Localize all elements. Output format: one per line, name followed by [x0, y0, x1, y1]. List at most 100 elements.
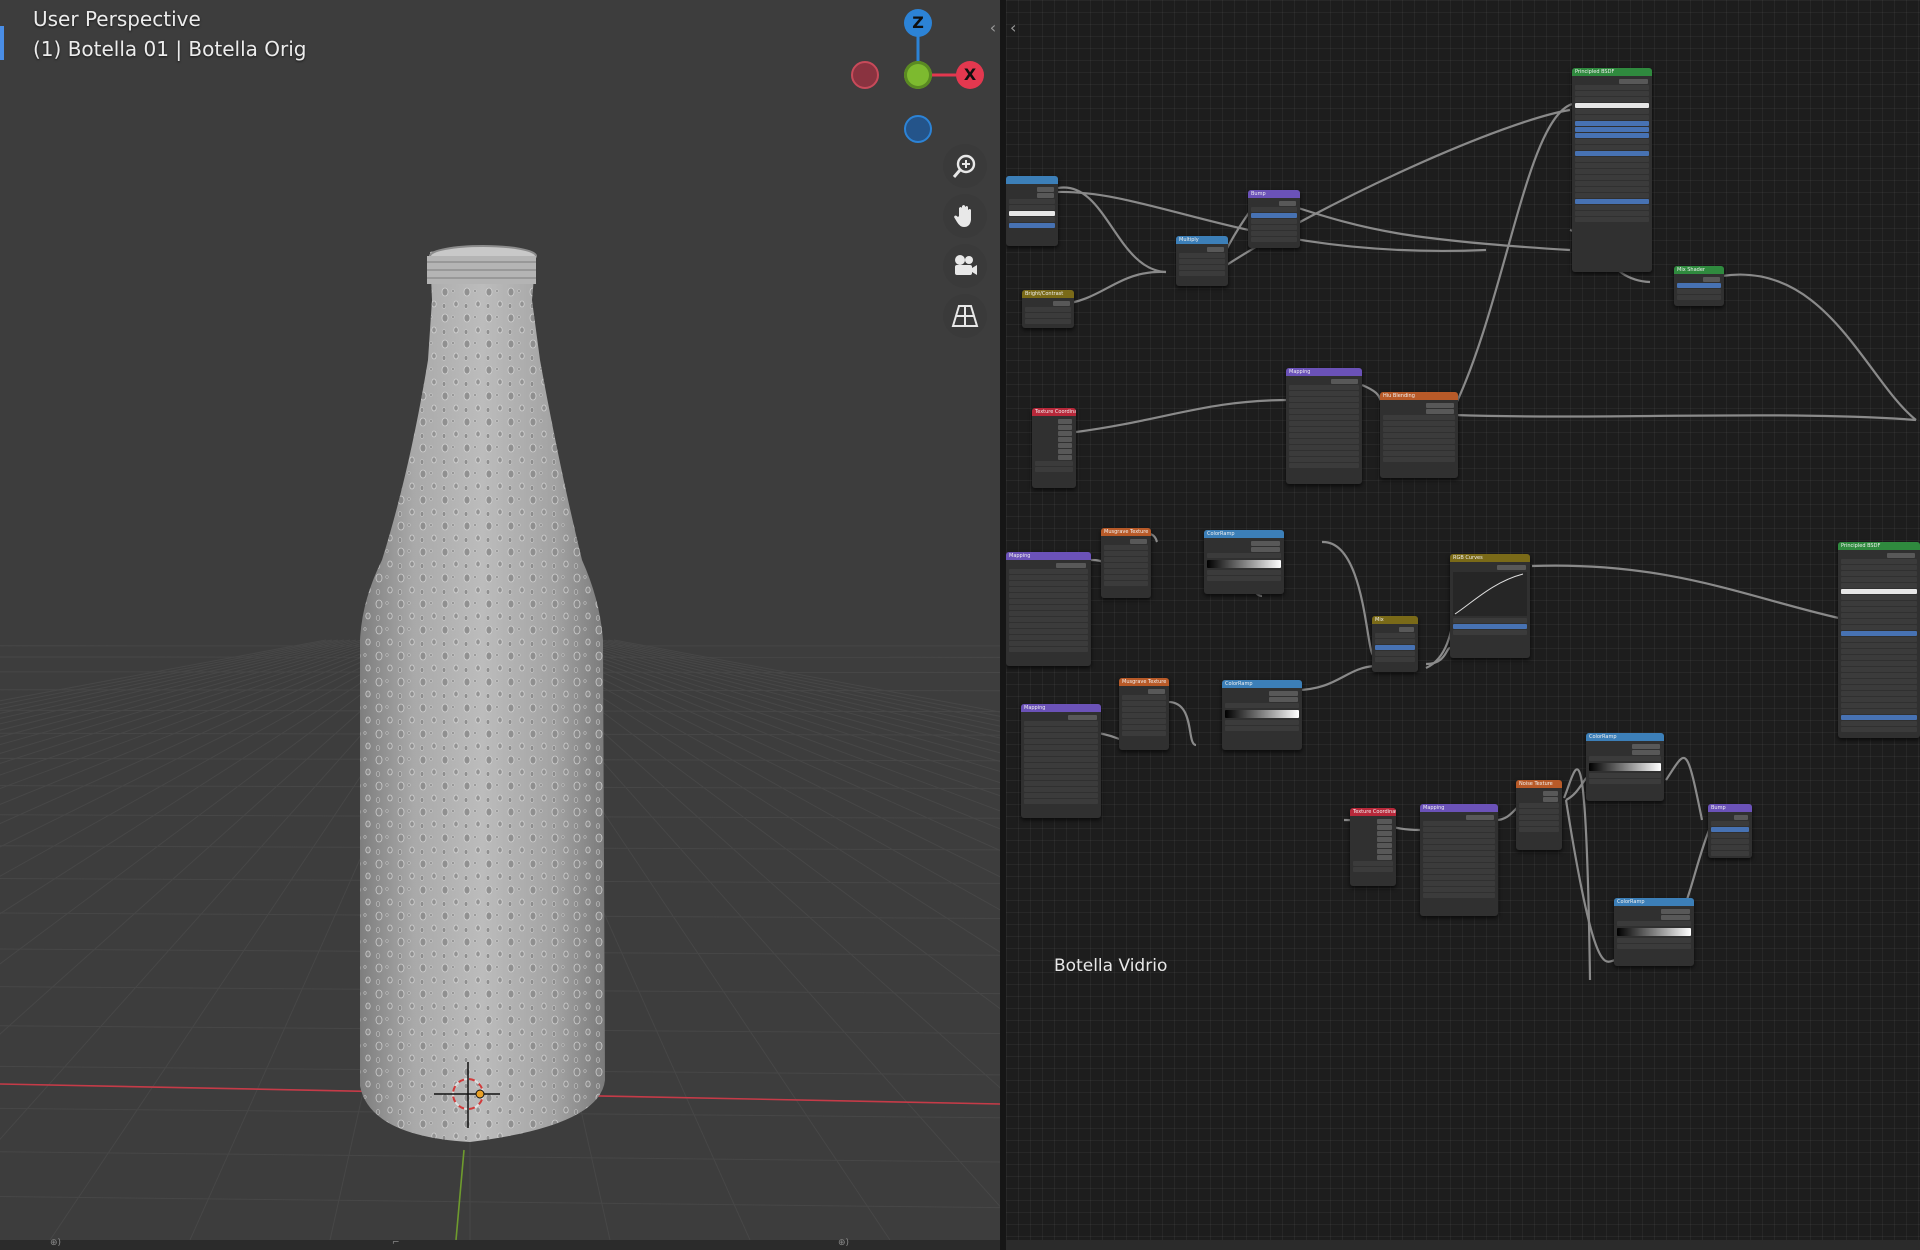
node-socket-row[interactable]: [1377, 825, 1393, 830]
node-socket-row[interactable]: [1423, 851, 1495, 856]
node-socket-row[interactable]: [1251, 541, 1280, 546]
node-socket-row[interactable]: [1377, 831, 1393, 836]
node-socket-row[interactable]: [1841, 667, 1917, 672]
node-socket-row[interactable]: [1122, 725, 1166, 730]
shader-node-noise[interactable]: Noise Texture: [1516, 780, 1562, 850]
node-socket-row[interactable]: [1122, 695, 1166, 700]
node-socket-row[interactable]: [1575, 199, 1649, 204]
node-socket-row[interactable]: [1841, 589, 1917, 594]
node-socket-row[interactable]: [1661, 915, 1690, 920]
node-socket-row[interactable]: [1423, 881, 1495, 886]
node-socket-row[interactable]: [1036, 193, 1055, 198]
node-header[interactable]: RGB Curves: [1450, 554, 1530, 562]
node-socket-row[interactable]: [1423, 893, 1495, 898]
shader-node-curves[interactable]: RGB Curves: [1450, 554, 1530, 658]
shader-node-bump1[interactable]: Bump: [1248, 190, 1300, 248]
node-socket-row[interactable]: [1589, 773, 1661, 778]
shader-node-ramp2[interactable]: ColorRamp: [1222, 680, 1302, 750]
node-socket-row[interactable]: [1589, 756, 1661, 761]
node-header[interactable]: Mapping: [1021, 704, 1101, 712]
color-ramp-bar[interactable]: [1207, 560, 1281, 568]
node-socket-row[interactable]: [1289, 385, 1359, 390]
node-header[interactable]: Mix Shader: [1674, 266, 1724, 274]
node-socket-row[interactable]: [1426, 409, 1454, 414]
node-socket-row[interactable]: [1383, 427, 1455, 432]
node-socket-row[interactable]: [1841, 649, 1917, 654]
node-socket-row[interactable]: [1104, 575, 1148, 580]
node-socket-row[interactable]: [1024, 799, 1098, 804]
node-socket-row[interactable]: [1383, 457, 1455, 462]
node-socket-row[interactable]: [1543, 791, 1559, 796]
node-socket-row[interactable]: [1519, 821, 1559, 826]
node-socket-row[interactable]: [1841, 607, 1917, 612]
node-socket-row[interactable]: [1575, 91, 1649, 96]
node-socket-row[interactable]: [1148, 689, 1166, 694]
node-socket-row[interactable]: [1057, 425, 1073, 430]
node-socket-row[interactable]: [1575, 115, 1649, 120]
node-socket-row[interactable]: [1104, 569, 1148, 574]
shader-node-pbsdf2[interactable]: Principled BSDF: [1838, 542, 1920, 738]
node-socket-row[interactable]: [1575, 157, 1649, 162]
node-socket-row[interactable]: [1423, 821, 1495, 826]
node-socket-row[interactable]: [1009, 581, 1088, 586]
node-socket-row[interactable]: [1009, 641, 1088, 646]
node-socket-row[interactable]: [1289, 397, 1359, 402]
node-socket-row[interactable]: [1841, 709, 1917, 714]
node-socket-row[interactable]: [1289, 409, 1359, 414]
shader-node-mapping2[interactable]: Mapping: [1006, 552, 1091, 666]
gizmo-x-axis[interactable]: X: [956, 61, 984, 89]
camera-view-button[interactable]: [943, 244, 987, 288]
node-header[interactable]: Musgrave Texture: [1101, 528, 1151, 536]
node-header[interactable]: Texture Coordinat: [1350, 808, 1396, 816]
node-socket-row[interactable]: [1841, 673, 1917, 678]
bottle-mesh[interactable]: [360, 245, 605, 1142]
node-header[interactable]: Principled BSDF: [1572, 68, 1652, 76]
node-socket-row[interactable]: [1423, 863, 1495, 868]
node-socket-row[interactable]: [1841, 661, 1917, 666]
color-ramp-bar[interactable]: [1589, 763, 1661, 771]
node-socket-row[interactable]: [1841, 721, 1917, 726]
node-socket-row[interactable]: [1024, 763, 1098, 768]
node-header[interactable]: Mapping: [1420, 804, 1498, 812]
node-socket-row[interactable]: [1423, 875, 1495, 880]
node-socket-row[interactable]: [1036, 187, 1055, 192]
node-socket-row[interactable]: [1122, 707, 1166, 712]
node-socket-row[interactable]: [1225, 720, 1299, 725]
node-header[interactable]: [1006, 176, 1058, 184]
node-socket-row[interactable]: [1841, 685, 1917, 690]
gizmo-neg-z-axis[interactable]: [904, 115, 932, 143]
node-socket-row[interactable]: [1207, 576, 1281, 581]
node-socket-row[interactable]: [1289, 439, 1359, 444]
node-socket-row[interactable]: [1009, 647, 1088, 652]
node-socket-row[interactable]: [1841, 715, 1917, 720]
node-socket-row[interactable]: [1575, 97, 1649, 102]
node-socket-row[interactable]: [1009, 569, 1088, 574]
node-socket-row[interactable]: [1383, 415, 1455, 420]
shader-node-mixshader[interactable]: Mix Shader: [1674, 266, 1724, 306]
node-socket-row[interactable]: [1009, 593, 1088, 598]
node-socket-row[interactable]: [1179, 259, 1225, 264]
node-socket-row[interactable]: [1399, 627, 1415, 632]
shader-node-bump2[interactable]: Bump: [1708, 804, 1752, 858]
node-socket-row[interactable]: [1453, 630, 1527, 635]
node-socket-row[interactable]: [1841, 565, 1917, 570]
node-socket-row[interactable]: [1024, 775, 1098, 780]
gizmo-z-axis[interactable]: Z: [904, 9, 932, 37]
node-socket-row[interactable]: [1104, 545, 1148, 550]
node-socket-row[interactable]: [1289, 433, 1359, 438]
node-socket-row[interactable]: [1009, 199, 1055, 204]
node-socket-row[interactable]: [1251, 237, 1297, 242]
node-socket-row[interactable]: [1009, 575, 1088, 580]
node-socket-row[interactable]: [1353, 861, 1393, 866]
node-socket-row[interactable]: [1375, 639, 1415, 644]
node-socket-row[interactable]: [1575, 175, 1649, 180]
shader-node-mix1[interactable]: Mix: [1372, 616, 1418, 672]
pan-button[interactable]: [943, 194, 987, 238]
node-socket-row[interactable]: [1130, 539, 1148, 544]
node-socket-row[interactable]: [1575, 169, 1649, 174]
shader-node-ramp4[interactable]: ColorRamp: [1614, 898, 1694, 966]
node-socket-row[interactable]: [1024, 757, 1098, 762]
node-socket-row[interactable]: [1289, 421, 1359, 426]
node-socket-row[interactable]: [1841, 643, 1917, 648]
node-socket-row[interactable]: [1289, 427, 1359, 432]
